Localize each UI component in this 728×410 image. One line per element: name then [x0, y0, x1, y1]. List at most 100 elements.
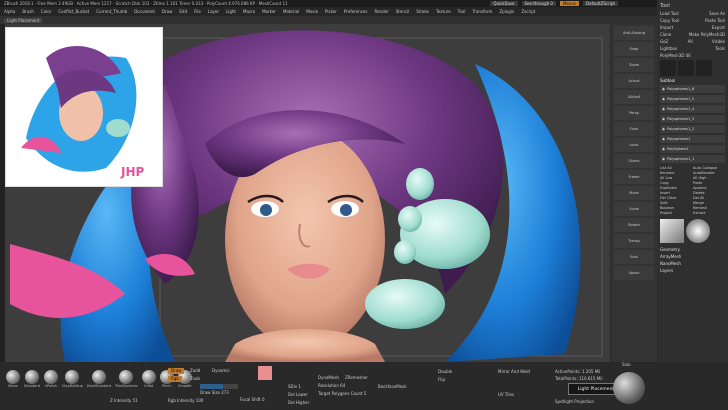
subtool-split-button[interactable]: Split [660, 201, 692, 205]
subtool-append-button[interactable]: Append [693, 186, 725, 190]
subtool-copy-button[interactable]: Copy [660, 181, 692, 185]
menu-item-draw[interactable]: Draw [162, 9, 172, 14]
resolution-slider[interactable]: Resolution 64 [318, 383, 345, 388]
subtool-insert-button[interactable]: Insert [660, 191, 692, 195]
eye-icon[interactable]: ◉ [662, 97, 665, 101]
subtool-del-other-button[interactable]: Del Other [660, 196, 692, 200]
viewtool-xpose[interactable]: Xpose [614, 266, 654, 280]
menu-item-color[interactable]: Color [41, 9, 51, 14]
eye-icon[interactable]: ◉ [662, 117, 665, 121]
subtool-duplicate-button[interactable]: Duplicate [660, 186, 692, 190]
menu-item-brush[interactable]: Brush [22, 9, 34, 14]
target-polygons-slider[interactable]: Target Polygons Count 5 [318, 391, 366, 396]
eye-icon[interactable]: ◉ [662, 107, 665, 111]
palette-load-tool-button[interactable]: Load Tool [660, 11, 679, 16]
menu-item-layer[interactable]: Layer [208, 9, 219, 14]
menu-item-tool[interactable]: Tool [458, 9, 466, 14]
brush-damstandard[interactable]: DamStandard [87, 370, 111, 388]
menu-item-file[interactable]: File [194, 9, 201, 14]
navigation-sphere[interactable] [613, 372, 645, 404]
palette-section-layers[interactable]: Layers [660, 268, 725, 273]
tool-thumb-2[interactable] [678, 60, 694, 76]
z-intensity-slider[interactable]: Z Intensity 51 [110, 398, 138, 403]
subtool-auto-collapse-button[interactable]: Auto Collapse [693, 166, 725, 170]
uv-tiles-button[interactable]: UV Tiles [498, 392, 514, 397]
palette-tools-button[interactable]: Tools [715, 46, 725, 51]
subtool-delete-button[interactable]: Delete [693, 191, 725, 195]
viewtool-persp[interactable]: Persp [614, 106, 654, 120]
material-slot[interactable] [686, 219, 710, 243]
menu-item-stroke[interactable]: Stroke [416, 9, 429, 14]
light-placement-tab[interactable]: Light Placement [4, 17, 43, 23]
eye-icon[interactable]: ◉ [662, 157, 665, 161]
viewtool-rotate[interactable]: Rotate [614, 218, 654, 232]
eye-icon[interactable]: ◉ [662, 127, 665, 131]
eye-icon[interactable]: ◉ [662, 147, 665, 151]
subtool-item[interactable]: ◉ Polyspheres1_1 [660, 155, 725, 163]
menu-item-light[interactable]: Light [226, 9, 236, 14]
focal-shift-slider[interactable]: Focal Shift 0 [240, 397, 265, 402]
menu-item-marker[interactable]: Marker [262, 9, 276, 14]
menu-item-current-thumb[interactable]: Current_Thumb [96, 9, 127, 14]
subtool-list-all-button[interactable]: List All [660, 166, 692, 170]
viewtool-aahalf[interactable]: AAHalf [614, 90, 654, 104]
subtool-item[interactable]: ◉ PolySphere1 [660, 145, 725, 153]
menu-item-preferences[interactable]: Preferences [344, 9, 368, 14]
palette-save-as-button[interactable]: Save As [709, 11, 725, 16]
see-through-slider[interactable]: See-through 0 [521, 1, 556, 6]
menus-button[interactable]: Menus [559, 1, 580, 6]
palette-goz-button[interactable]: GoZ [660, 39, 668, 44]
viewtool-floor[interactable]: Floor [614, 122, 654, 136]
menu-item-movie[interactable]: Movie [306, 9, 318, 14]
subtool-item[interactable]: ◉ Polyspheres1 [660, 135, 725, 143]
eye-icon[interactable]: ◉ [662, 137, 665, 141]
rgb-button[interactable]: Rgb [168, 376, 182, 382]
subtool-item[interactable]: ◉ Polyspheres1_2 [660, 125, 725, 133]
palette-visible-button[interactable]: Visible [712, 39, 725, 44]
viewtool-zoom[interactable]: Zoom [614, 58, 654, 72]
dynamesh-button[interactable]: DynaMesh [318, 375, 339, 380]
brush-inflat[interactable]: Inflat [141, 370, 156, 388]
subtool-del-all-button[interactable]: Del All [693, 196, 725, 200]
viewtool-snap[interactable]: Snap [614, 42, 654, 56]
viewtool-gizmo[interactable]: Gizmo [614, 154, 654, 168]
menu-item-transform[interactable]: Transform [472, 9, 492, 14]
dynamic-toggle[interactable]: Dynamic [212, 368, 230, 373]
viewtool-local[interactable]: Local [614, 138, 654, 152]
menu-item-macro[interactable]: Macro [243, 9, 255, 14]
zremesher-button[interactable]: ZRemesher [345, 375, 368, 380]
brush-trimdynamic[interactable]: TrimDynamic [115, 370, 138, 388]
spotlight-projection-button[interactable]: Spotlight Projection [555, 399, 594, 404]
brush-claybuildup[interactable]: ClayBuildup [62, 370, 83, 388]
brush-move[interactable]: Move [6, 370, 20, 388]
texture-slot[interactable] [660, 219, 684, 243]
menu-item-document[interactable]: Document [134, 9, 155, 14]
zsub-button[interactable]: Zsub [190, 376, 200, 381]
viewtool-actual[interactable]: Actual [614, 74, 654, 88]
palette-paste-tool-button[interactable]: Paste Tool [705, 18, 725, 23]
zadd-button[interactable]: Zadd [190, 368, 200, 373]
subtool-paste-button[interactable]: Paste [693, 181, 725, 185]
subtool-extract-button[interactable]: Extract [693, 211, 725, 215]
menu-item-alpha[interactable]: Alpha [4, 9, 15, 14]
palette-section-arraymesh[interactable]: ArrayMesh [660, 254, 725, 259]
menu-item-edit[interactable]: Edit [179, 9, 187, 14]
subtool-item[interactable]: ◉ Polyspheres1_4 [660, 105, 725, 113]
menu-item-picker[interactable]: Picker [325, 9, 337, 14]
flip-button[interactable]: Flip [438, 377, 445, 382]
viewtool-solo[interactable]: Solo [614, 250, 654, 264]
subtool-merge-button[interactable]: Merge [693, 201, 725, 205]
palette-copy-tool-button[interactable]: Copy Tool [660, 18, 679, 23]
subtool-all-high-button[interactable]: All High [693, 176, 725, 180]
subtool-all-low-button[interactable]: All Low [660, 176, 692, 180]
menu-item-material[interactable]: Material [283, 9, 299, 14]
eye-icon[interactable]: ◉ [662, 87, 665, 91]
subtool-rename-button[interactable]: Rename [660, 171, 692, 175]
del-lower-button[interactable]: Del Lower [288, 392, 308, 397]
viewtool-frame[interactable]: Frame [614, 170, 654, 184]
backface-mask-button[interactable]: BackfaceMask [378, 384, 407, 389]
palette-section-geometry[interactable]: Geometry [660, 247, 725, 252]
subtool-header[interactable]: Subtool [660, 78, 675, 83]
color-swatch[interactable] [258, 366, 272, 380]
viewtool-move[interactable]: Move [614, 186, 654, 200]
